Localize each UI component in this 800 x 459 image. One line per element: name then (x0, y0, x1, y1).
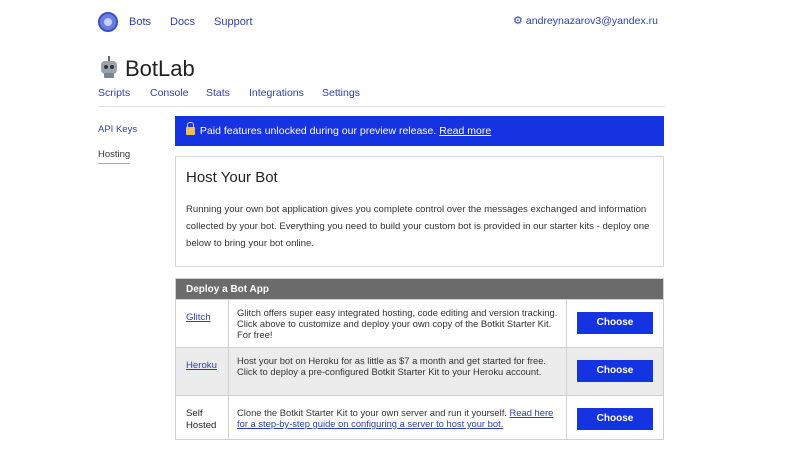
self-hosted-label: Self Hosted (186, 408, 217, 431)
user-menu[interactable]: ⚙ andreynazarov3@yandex.ru (513, 14, 658, 27)
deploy-row-glitch: Glitch Glitch offers super easy integrat… (176, 299, 663, 347)
nav-bots-link[interactable]: Bots (129, 16, 151, 28)
botkit-logo-icon[interactable] (98, 12, 118, 32)
glitch-link[interactable]: Glitch (186, 312, 211, 323)
heroku-description: Host your bot on Heroku for as little as… (237, 355, 547, 377)
robot-icon (98, 56, 120, 78)
host-title: Host Your Bot (186, 169, 278, 186)
app-title: BotLab (125, 56, 195, 81)
read-more-link[interactable]: Read more (439, 125, 491, 137)
deploy-heading: Deploy a Bot App (176, 279, 663, 299)
choose-heroku-button[interactable]: Choose (577, 360, 653, 382)
tab-stats[interactable]: Stats (206, 87, 230, 99)
self-hosted-description: Clone the Botkit Starter Kit to your own… (237, 407, 554, 429)
host-card: Host Your Bot Running your own bot appli… (175, 156, 664, 267)
tab-console[interactable]: Console (150, 87, 189, 99)
choose-glitch-button[interactable]: Choose (577, 312, 653, 334)
heroku-link[interactable]: Heroku (186, 360, 217, 371)
deploy-row-heroku: Heroku Host your bot on Heroku for as li… (176, 347, 663, 395)
tab-integrations[interactable]: Integrations (249, 87, 304, 99)
top-nav: Bots Docs Support ⚙ andreynazarov3@yandex… (0, 0, 800, 44)
preview-banner: Paid features unlocked during our previe… (175, 116, 664, 146)
glitch-description: Glitch offers super easy integrated host… (237, 307, 558, 340)
deploy-table: Deploy a Bot App Glitch Glitch offers su… (175, 278, 664, 440)
nav-support-link[interactable]: Support (214, 16, 253, 28)
host-description: Running your own bot application gives y… (186, 204, 650, 249)
lock-icon (186, 122, 195, 135)
gear-icon: ⚙ (513, 15, 523, 27)
tab-scripts[interactable]: Scripts (98, 87, 130, 99)
sidebar-item-hosting[interactable]: Hosting (98, 149, 131, 164)
banner-text: Paid features unlocked during our previe… (199, 125, 437, 137)
nav-docs-link[interactable]: Docs (170, 16, 195, 28)
choose-self-hosted-button[interactable]: Choose (577, 408, 653, 430)
user-email: andreynazarov3@yandex.ru (525, 15, 658, 27)
sidebar-item-api-keys[interactable]: API Keys (98, 124, 137, 135)
header-divider (98, 106, 665, 107)
deploy-row-self-hosted: Self Hosted Clone the Botkit Starter Kit… (176, 395, 663, 439)
tab-settings[interactable]: Settings (322, 87, 360, 99)
